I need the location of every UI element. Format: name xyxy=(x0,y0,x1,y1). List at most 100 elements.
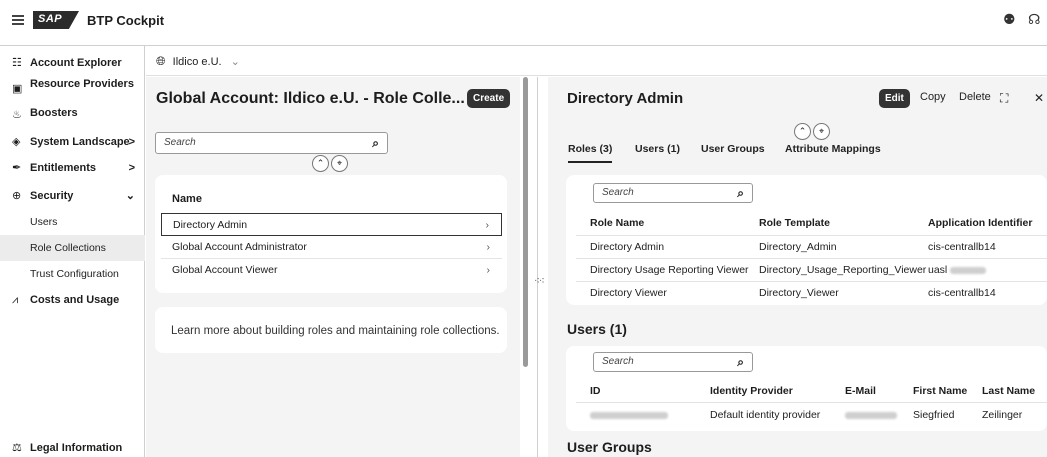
search-icon[interactable]: ⌕ xyxy=(737,353,744,371)
sidebar-item-label: Costs and Usage xyxy=(30,294,120,306)
navigation-arrow-icon: › xyxy=(486,241,491,253)
sidebar-item-users[interactable]: Users xyxy=(0,209,145,235)
role-template-cell: Directory_Admin xyxy=(759,241,837,253)
shell-bar: SAP BTP Cockpit ⚉ ☊ xyxy=(0,0,1047,46)
role-name-cell[interactable]: Directory Viewer xyxy=(590,287,667,299)
chart-icon: ⩘ xyxy=(12,294,19,306)
header-collapse-controls: ⌃ ⌖ xyxy=(794,123,832,140)
landscape-icon: ◈ xyxy=(12,136,21,148)
chevron-right-icon: > xyxy=(128,162,135,174)
app-title: BTP Cockpit xyxy=(87,13,165,28)
sidebar-item-trust-configuration[interactable]: Trust Configuration xyxy=(0,261,145,287)
learn-more-text[interactable]: Learn more about building roles and main… xyxy=(171,325,500,337)
row-name: Global Account Viewer xyxy=(172,264,278,276)
tab-attribute-mappings[interactable]: Attribute Mappings xyxy=(785,143,881,155)
search-placeholder: Search xyxy=(164,137,196,148)
column-header-last-name: Last Name xyxy=(982,385,1036,397)
divider xyxy=(576,281,1047,282)
search-placeholder: Search xyxy=(602,187,634,198)
delete-button[interactable]: Delete xyxy=(959,91,991,103)
sidebar-item-label: Account Explorer xyxy=(30,57,122,69)
divider xyxy=(576,235,1047,236)
detail-title: Directory Admin xyxy=(567,90,684,107)
chevron-right-icon: > xyxy=(128,136,135,148)
sidebar-item-label: Entitlements xyxy=(30,162,97,174)
app-identifier-cell: cis-centrallb14 xyxy=(928,241,996,253)
redacted-value xyxy=(590,411,668,419)
column-header-id: ID xyxy=(590,385,601,397)
row-name: Global Account Administrator xyxy=(172,241,307,253)
sap-logo: SAP xyxy=(33,11,79,29)
table-row[interactable]: Global Account Administrator › xyxy=(161,236,502,259)
roles-table: Search ⌕ Role Name Role Template Applica… xyxy=(566,175,1047,305)
table-row[interactable]: Directory Admin › xyxy=(161,213,502,236)
sidebar-item-label: Boosters xyxy=(30,107,78,119)
collapse-icon[interactable]: ⌃ xyxy=(794,123,811,140)
sidebar-item-costs-and-usage[interactable]: ⩘ Costs and Usage xyxy=(0,287,145,313)
sidebar-item-resource-providers[interactable]: ▣ Resource Providers xyxy=(0,76,145,102)
sidebar-item-entitlements[interactable]: ✒ Entitlements > xyxy=(0,155,145,181)
user-id-cell[interactable] xyxy=(590,409,668,421)
breadcrumb[interactable]: 🌐︎ Ildico e.U. ⌄ xyxy=(146,46,1047,76)
column-divider xyxy=(537,77,538,457)
booster-icon: ♨ xyxy=(12,109,22,121)
sidebar-item-label: System Landscape xyxy=(30,136,130,148)
resize-handle-icon[interactable]: ⁖⁖ xyxy=(534,276,545,287)
first-name-cell: Siegfried xyxy=(913,409,955,421)
column-header-first-name: First Name xyxy=(913,385,968,397)
identity-provider-cell: Default identity provider xyxy=(710,409,821,421)
search-input[interactable]: Search ⌕ xyxy=(155,132,388,154)
row-name: Directory Admin xyxy=(173,219,248,231)
pin-icon[interactable]: ⌖ xyxy=(331,155,348,172)
pin-icon[interactable]: ⌖ xyxy=(813,123,830,140)
tab-users[interactable]: Users (1) xyxy=(635,143,680,155)
search-icon[interactable]: ⌕ xyxy=(737,184,744,202)
menu-icon[interactable] xyxy=(12,15,24,25)
breadcrumb-account[interactable]: Ildico e.U. xyxy=(173,56,222,68)
column-header-email: E-Mail xyxy=(845,385,876,397)
role-collections-panel: Global Account: Ildico e.U. - Role Colle… xyxy=(146,77,520,457)
user-groups-section-title: User Groups xyxy=(567,439,652,455)
copy-button[interactable]: Copy xyxy=(920,91,946,103)
sidebar-item-security[interactable]: ⊕ Security ⌄ xyxy=(0,183,145,209)
search-icon[interactable]: ⌕ xyxy=(372,133,379,153)
help-icon[interactable]: ⚉ xyxy=(1003,11,1016,28)
table-row[interactable]: Global Account Viewer › xyxy=(161,259,502,282)
tab-roles[interactable]: Roles (3) xyxy=(568,143,613,163)
header-collapse-controls: ⌃ ⌖ xyxy=(312,155,350,172)
resource-icon: ▣ xyxy=(12,83,23,95)
close-icon[interactable]: ✕ xyxy=(1034,91,1044,105)
sidebar-item-boosters[interactable]: ♨ Boosters xyxy=(0,102,145,128)
sidebar-item-role-collections[interactable]: Role Collections xyxy=(0,235,145,261)
sidebar-item-system-landscape[interactable]: ◈ System Landscape > xyxy=(0,129,145,155)
redacted-value xyxy=(845,411,897,419)
users-search-input[interactable]: Search ⌕ xyxy=(593,352,753,372)
fullscreen-icon[interactable]: ⛶ xyxy=(1000,91,1008,106)
scrollbar[interactable] xyxy=(523,77,528,367)
chevron-down-icon[interactable]: ⌄ xyxy=(231,56,240,68)
role-name-cell[interactable]: Directory Usage Reporting Viewer xyxy=(590,264,749,276)
feedback-icon[interactable]: ☊ xyxy=(1028,11,1040,28)
users-table: Search ⌕ ID Identity Provider E-Mail Fir… xyxy=(566,346,1047,431)
hierarchy-icon: ☷ xyxy=(12,57,22,69)
sidebar-item-label: Resource Providers xyxy=(30,78,134,90)
tab-user-groups[interactable]: User Groups xyxy=(701,143,765,155)
role-template-cell: Directory_Usage_Reporting_Viewer xyxy=(759,264,927,276)
role-name-cell[interactable]: Directory Admin xyxy=(590,241,664,253)
create-button[interactable]: Create xyxy=(467,89,511,108)
users-section-title: Users (1) xyxy=(567,321,627,337)
divider xyxy=(576,402,1047,403)
sidebar-item-legal-information[interactable]: ⚖ Legal Information xyxy=(0,435,145,457)
sidebar-item-label: Security xyxy=(30,190,74,202)
column-header-application-identifier: Application Identifier xyxy=(928,217,1033,229)
app-identifier-cell: uasl xyxy=(928,264,987,276)
navigation-arrow-icon: › xyxy=(486,264,491,276)
email-cell xyxy=(845,409,897,421)
collapse-icon[interactable]: ⌃ xyxy=(312,155,329,172)
page-title: Global Account: Ildico e.U. - Role Colle… xyxy=(156,90,465,107)
search-placeholder: Search xyxy=(602,356,634,367)
security-icon: ⊕ xyxy=(12,190,22,202)
roles-search-input[interactable]: Search ⌕ xyxy=(593,183,753,203)
edit-button[interactable]: Edit xyxy=(879,89,910,108)
column-header-identity-provider: Identity Provider xyxy=(710,385,793,397)
